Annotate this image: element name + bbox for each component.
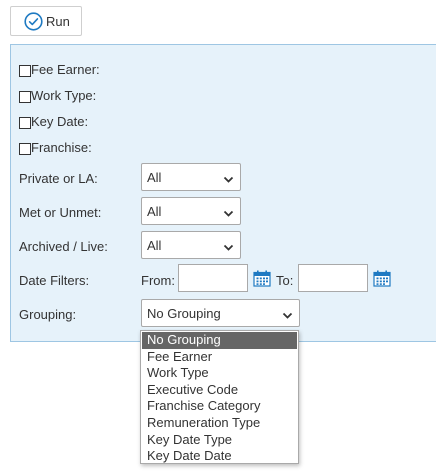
from-date-input[interactable]	[178, 264, 248, 292]
work-type-label: Work Type:	[31, 87, 97, 103]
grouping-option-fee-earner[interactable]: Fee Earner	[142, 349, 297, 366]
grouping-option-remuneration-type[interactable]: Remuneration Type	[142, 415, 297, 432]
grouping-option-executive-code[interactable]: Executive Code	[142, 382, 297, 399]
to-date-input[interactable]	[298, 264, 368, 292]
chevron-down-icon	[223, 240, 234, 255]
met-or-unmet-label: Met or Unmet:	[19, 205, 102, 220]
key-date-checkbox[interactable]	[19, 117, 31, 129]
key-date-label: Key Date:	[31, 113, 89, 129]
grouping-select[interactable]: No Grouping	[141, 299, 300, 327]
franchise-label: Franchise:	[31, 139, 92, 155]
archived-live-select[interactable]: All	[141, 231, 241, 259]
chevron-down-icon	[282, 308, 293, 323]
archived-live-value: All	[147, 237, 162, 253]
grouping-label: Grouping:	[19, 307, 77, 322]
chevron-down-icon	[223, 172, 234, 187]
date-filters-label: Date Filters:	[19, 273, 90, 288]
fee-earner-label: Fee Earner:	[31, 61, 100, 77]
grouping-option-franchise-category[interactable]: Franchise Category	[142, 398, 297, 415]
work-type-checkbox-row: Work Type:	[19, 87, 96, 103]
private-or-la-value: All	[147, 169, 162, 185]
check-circle-icon	[24, 11, 43, 31]
run-button[interactable]: Run	[10, 6, 82, 36]
archived-live-label: Archived / Live:	[19, 239, 108, 254]
met-or-unmet-value: All	[147, 203, 162, 219]
fee-earner-checkbox-row: Fee Earner:	[19, 61, 100, 77]
grouping-option-work-type[interactable]: Work Type	[142, 365, 297, 382]
franchise-checkbox-row: Franchise:	[19, 139, 92, 155]
run-button-label: Run	[46, 13, 70, 29]
grouping-dropdown-list: No Grouping Fee Earner Work Type Executi…	[140, 330, 299, 464]
calendar-icon[interactable]	[253, 270, 271, 290]
filter-panel: Fee Earner: Work Type: Key Date: Franchi…	[10, 44, 436, 342]
grouping-value: No Grouping	[147, 305, 221, 321]
calendar-icon[interactable]	[373, 270, 391, 290]
grouping-option-key-date-type[interactable]: Key Date Type	[142, 432, 297, 449]
from-label: From:	[141, 273, 175, 288]
key-date-checkbox-row: Key Date:	[19, 113, 88, 129]
private-or-la-select[interactable]: All	[141, 163, 241, 191]
met-or-unmet-select[interactable]: All	[141, 197, 241, 225]
grouping-option-key-date-date[interactable]: Key Date Date	[142, 448, 297, 465]
private-or-la-label: Private or LA:	[19, 171, 98, 186]
fee-earner-checkbox[interactable]	[19, 65, 31, 77]
chevron-down-icon	[223, 206, 234, 221]
grouping-option-no-grouping[interactable]: No Grouping	[142, 332, 297, 349]
franchise-checkbox[interactable]	[19, 143, 31, 155]
work-type-checkbox[interactable]	[19, 91, 31, 103]
to-label: To:	[276, 273, 294, 288]
